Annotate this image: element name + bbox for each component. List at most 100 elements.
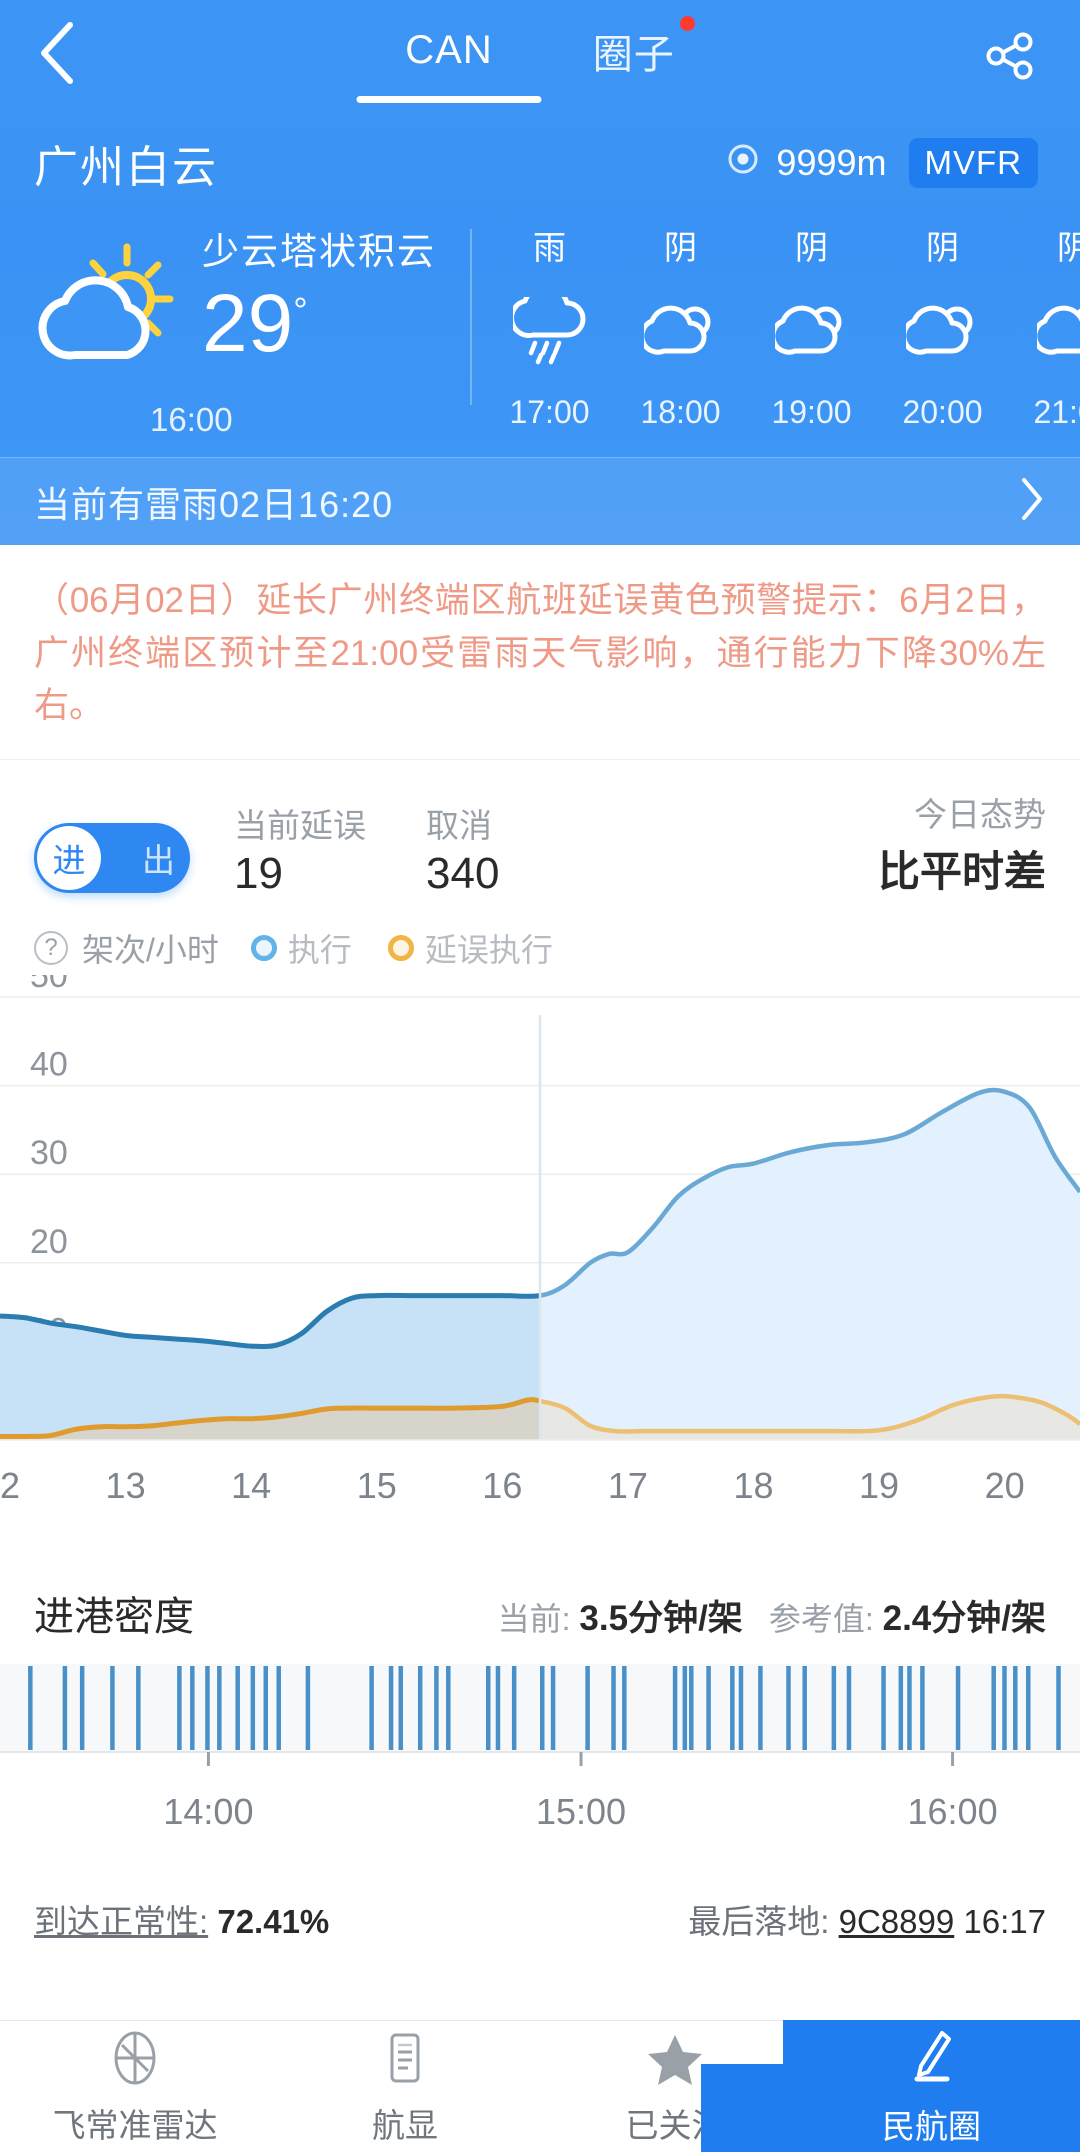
nav-item-radar[interactable]: 飞常准雷达: [0, 2021, 270, 2152]
forecast-time: 18:00: [640, 394, 721, 430]
hourly-forecast: 雨 17:00 阴 18:00 阴 19:00 阴 20:00 阴 21:: [472, 221, 1080, 431]
degree-symbol: °: [293, 289, 308, 331]
stat-today-status: 今日态势 比平时差: [878, 788, 1046, 899]
tab-can[interactable]: CAN: [405, 28, 492, 77]
share-icon: [980, 32, 1040, 90]
document-icon: [374, 2027, 436, 2089]
nav-label: 民航圈: [882, 2107, 981, 2145]
forecast-item[interactable]: 阴 21:00: [1008, 221, 1080, 431]
svg-text:17: 17: [608, 1465, 648, 1506]
flight-rule-badge: MVFR: [908, 138, 1038, 188]
star-icon: [644, 2027, 706, 2089]
punctuality-label: 到达正常性:: [34, 1902, 209, 1940]
legend-item-executed[interactable]: 执行: [250, 925, 352, 971]
svg-text:19: 19: [859, 1465, 899, 1506]
nav-item-flightboard[interactable]: 航显: [270, 2021, 540, 2152]
forecast-item[interactable]: 阴 19:00: [746, 221, 877, 431]
delay-warning-banner[interactable]: （06月02日）延长广州终端区航班延误黄色预警提示：6月2日，广州终端区预计至2…: [0, 545, 1080, 760]
last-landing-label: 最后落地:: [688, 1902, 830, 1940]
density-title: 进港密度: [34, 1594, 194, 1639]
svg-text:15:00: 15:00: [536, 1791, 626, 1832]
visibility-group: 9999m: [724, 140, 887, 187]
airport-name: 广州白云: [34, 143, 218, 192]
last-landing[interactable]: 最后落地: 9C8899 16:17: [688, 1895, 1046, 1943]
nav-label: 飞常准雷达: [52, 2106, 218, 2144]
stat-value: 19: [234, 848, 283, 898]
forecast-time: 21:00: [1033, 394, 1080, 430]
app-root: CAN 圈子 广州白云 9999m MVFR 少云塔状积云 29° 16:00 …: [0, 0, 1080, 2152]
density-reference-value: 2.4分钟/架: [882, 1598, 1046, 1638]
stat-label: 今日态势: [914, 795, 1046, 833]
tab-can-label: CAN: [405, 28, 493, 72]
location-meta: 9999m MVFR: [724, 138, 1046, 188]
current-weather: 少云塔状积云 29° 16:00: [0, 221, 470, 438]
density-values: 当前: 3.5分钟/架 参考值: 2.4分钟/架: [498, 1590, 1046, 1641]
forecast-item[interactable]: 阴 20:00: [877, 221, 1008, 431]
density-reference-label: 参考值:: [768, 1600, 874, 1637]
arrival-departure-toggle[interactable]: 进 出: [34, 822, 190, 893]
svg-text:20: 20: [985, 1465, 1025, 1506]
arrival-punctuality[interactable]: 到达正常性: 72.41%: [34, 1895, 329, 1943]
current-weather-text: 少云塔状积云 29°: [190, 221, 436, 367]
back-button[interactable]: [34, 18, 94, 88]
toggle-off-label: 出: [142, 841, 175, 879]
forecast-item[interactable]: 阴 18:00: [615, 221, 746, 431]
arrival-density-header: 进港密度 当前: 3.5分钟/架 参考值: 2.4分钟/架: [0, 1550, 1080, 1642]
chart-canvas: 1020304050121314151617181920: [0, 975, 1080, 1506]
tab-circle[interactable]: 圈子: [592, 15, 695, 84]
nav-tabs: CAN 圈子: [0, 0, 1080, 105]
svg-text:30: 30: [30, 1134, 68, 1172]
rain-cloud-icon: [508, 283, 587, 367]
tab-circle-label: 圈子: [592, 32, 675, 77]
svg-text:16: 16: [482, 1465, 522, 1506]
svg-text:14:00: 14:00: [163, 1791, 253, 1832]
density-current-label: 当前:: [497, 1600, 571, 1637]
weather-description: 少云塔状积云: [202, 231, 436, 272]
forecast-label: 雨: [533, 229, 566, 266]
forecast-label: 阴: [1057, 229, 1080, 266]
stats-row: 进 出 当前延误 19 取消 340 今日态势 比平时差: [0, 760, 1080, 909]
sun-behind-cloud-icon: [900, 297, 980, 367]
svg-text:40: 40: [30, 1045, 68, 1083]
svg-text:14: 14: [231, 1465, 271, 1506]
observation-time: 16:00: [150, 401, 233, 438]
temperature-value: 29: [202, 278, 294, 369]
flights-per-hour-chart[interactable]: 1020304050121314151617181920: [0, 975, 1080, 1550]
eye-icon: [724, 140, 762, 187]
footer-stats: 到达正常性: 72.41% 最后落地: 9C8899 16:17: [0, 1869, 1080, 1943]
chart-unit-label: 架次/小时: [82, 931, 219, 968]
forecast-time: 19:00: [771, 394, 852, 430]
nav-item-community[interactable]: 民航圈: [783, 2020, 1080, 2152]
toggle-knob: 进: [37, 825, 101, 890]
density-canvas: 14:00 15:00 16:00: [0, 1663, 1080, 1832]
weather-header: CAN 圈子 广州白云 9999m MVFR 少云塔状积云 29° 16:00 …: [0, 0, 1080, 545]
forecast-time: 17:00: [509, 394, 590, 430]
sun-behind-cloud-icon: [1031, 297, 1080, 367]
punctuality-value: 72.41%: [217, 1902, 330, 1940]
stat-value: 比平时差: [877, 847, 1046, 895]
svg-text:12: 12: [0, 1465, 20, 1506]
svg-text:20: 20: [30, 1222, 68, 1260]
thunderstorm-alert-strip[interactable]: 当前有雷雨02日16:20: [0, 457, 1080, 545]
legend-item-delayed[interactable]: 延误执行: [387, 925, 553, 971]
forecast-item[interactable]: 雨 17:00: [484, 221, 615, 431]
question-circle-icon[interactable]: ?: [34, 930, 68, 965]
svg-text:15: 15: [357, 1465, 397, 1506]
arrival-density-chart[interactable]: 14:00 15:00 16:00: [0, 1663, 1080, 1869]
last-landing-flight[interactable]: 9C8899: [839, 1903, 955, 1940]
share-button[interactable]: [980, 26, 1040, 86]
density-current: 当前: 3.5分钟/架: [498, 1590, 743, 1641]
density-reference: 参考值: 2.4分钟/架: [769, 1590, 1046, 1641]
location-row: 广州白云 9999m MVFR: [0, 105, 1080, 195]
sun-behind-cloud-icon: [638, 297, 718, 367]
svg-text:50: 50: [30, 975, 68, 995]
legend-marker-icon: [250, 934, 277, 961]
forecast-label: 阴: [795, 229, 828, 266]
legend-label: 延误执行: [424, 931, 553, 968]
alert-text: 当前有雷雨02日16:20: [34, 483, 394, 525]
stat-label: 取消: [426, 806, 492, 844]
active-tab-backdrop: [701, 2064, 783, 2152]
navbar: CAN 圈子: [0, 0, 1080, 105]
forecast-label: 阴: [926, 229, 959, 266]
stat-label: 当前延误: [234, 806, 366, 844]
